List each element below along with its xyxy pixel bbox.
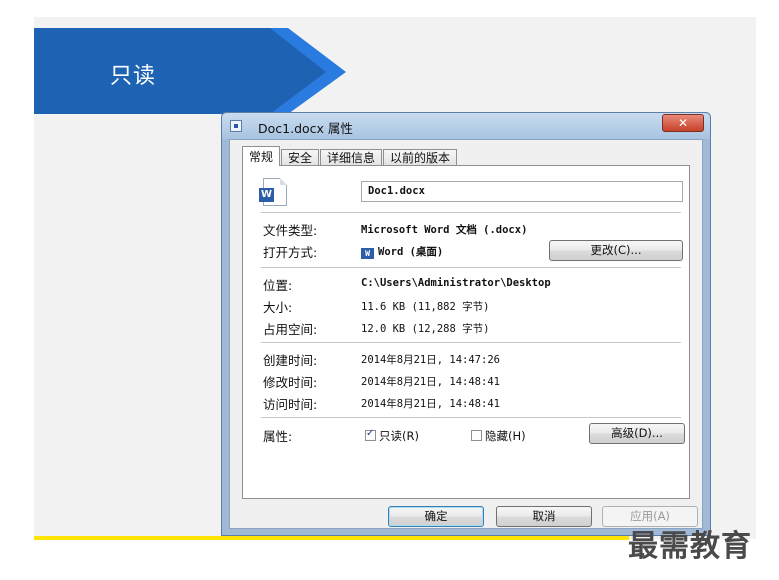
hidden-label: 隐藏(H): [485, 429, 526, 443]
created-label: 创建时间:: [263, 353, 318, 368]
word-app-icon: W: [361, 248, 374, 259]
file-name-field[interactable]: Doc1.docx: [361, 181, 683, 202]
hidden-checkbox[interactable]: 隐藏(H): [471, 428, 526, 444]
file-type-label: 文件类型:: [263, 223, 318, 238]
banner-title: 只读: [110, 64, 157, 89]
accent-line: [34, 536, 629, 540]
properties-dialog: Doc1.docx 属性 ✕ 常规 安全 详细信息 以前的版本 W Doc1.d…: [221, 112, 711, 536]
size-value: 11.6 KB (11,882 字节): [361, 301, 490, 313]
modified-value: 2014年8月21日, 14:48:41: [361, 376, 500, 388]
accessed-value: 2014年8月21日, 14:48:41: [361, 398, 500, 410]
divider: [261, 342, 681, 343]
disk-size-label: 占用空间:: [263, 322, 318, 337]
divider: [261, 417, 681, 418]
tab-general[interactable]: 常规: [242, 146, 281, 166]
modified-label: 修改时间:: [263, 375, 318, 390]
dialog-title: Doc1.docx 属性: [258, 121, 353, 136]
opens-with-app-name: Word (桌面): [378, 246, 444, 258]
file-type-value: Microsoft Word 文档 (.docx): [361, 224, 528, 236]
window-icon[interactable]: [230, 120, 242, 132]
tab-details[interactable]: 详细信息: [320, 149, 383, 166]
accessed-label: 访问时间:: [263, 397, 318, 412]
created-value: 2014年8月21日, 14:47:26: [361, 354, 500, 366]
change-button[interactable]: 更改(C)...: [549, 240, 683, 261]
cancel-button[interactable]: 取消: [496, 506, 592, 527]
advanced-button[interactable]: 高级(D)...: [589, 423, 685, 444]
location-value: C:\Users\Administrator\Desktop: [361, 277, 551, 289]
opens-with-value: W Word (桌面): [361, 244, 443, 259]
disk-size-value: 12.0 KB (12,288 字节): [361, 323, 490, 335]
readonly-check-box[interactable]: [365, 428, 376, 441]
banner-arrow: [34, 28, 346, 114]
hidden-check-box[interactable]: [471, 430, 482, 441]
size-label: 大小:: [263, 300, 293, 315]
attributes-label: 属性:: [263, 429, 293, 444]
dialog-client-area: 常规 安全 详细信息 以前的版本 W Doc1.docx 文件类型: Micro…: [229, 139, 703, 529]
divider: [261, 212, 681, 213]
opens-with-label: 打开方式:: [263, 245, 318, 260]
general-tab-page: W Doc1.docx 文件类型: Microsoft Word 文档 (.do…: [242, 165, 690, 499]
ok-button[interactable]: 确定: [388, 506, 484, 527]
tab-security[interactable]: 安全: [281, 149, 320, 166]
tab-strip: 常规 安全 详细信息 以前的版本: [242, 146, 458, 166]
tab-previous-versions[interactable]: 以前的版本: [383, 149, 458, 166]
close-button[interactable]: ✕: [662, 114, 704, 132]
divider: [261, 267, 681, 268]
readonly-checkbox[interactable]: 只读(R): [365, 428, 419, 444]
word-document-icon: W: [259, 178, 287, 206]
readonly-label: 只读(R): [379, 429, 419, 443]
location-label: 位置:: [263, 278, 293, 293]
dialog-titlebar[interactable]: Doc1.docx 属性 ✕: [222, 113, 710, 139]
brand-watermark: 最需教育: [628, 529, 752, 564]
